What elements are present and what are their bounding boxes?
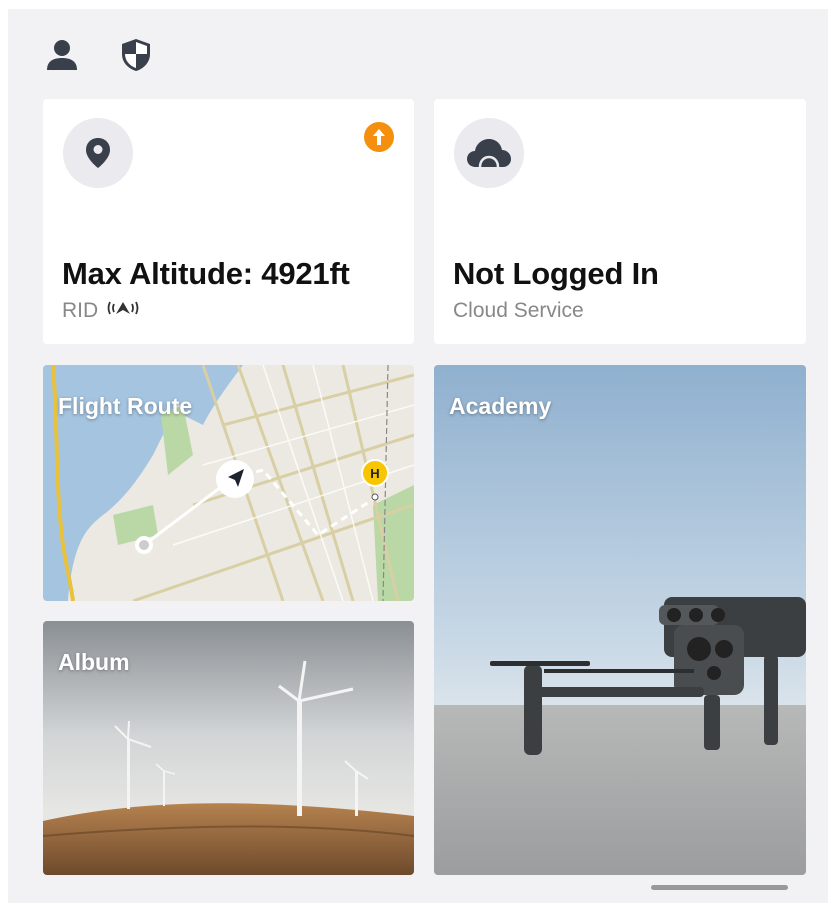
cloud-icon (454, 118, 524, 188)
cloud-service-card[interactable]: Not Logged In Cloud Service (434, 99, 806, 344)
home-screen: Max Altitude: 4921ft RID Not Logged In C… (8, 9, 828, 903)
academy-tile[interactable]: Academy (434, 365, 806, 875)
location-pin-icon (63, 118, 133, 188)
album-label: Album (58, 649, 130, 675)
rid-subtitle: RID (62, 299, 140, 323)
user-icon[interactable] (44, 37, 80, 73)
flight-route-label: Flight Route (58, 393, 193, 419)
rid-broadcast-icon (106, 299, 140, 323)
svg-text:H: H (370, 466, 379, 481)
max-altitude-card[interactable]: Max Altitude: 4921ft RID (43, 99, 414, 344)
cloud-service-subtitle: Cloud Service (453, 299, 584, 322)
login-status-title: Not Logged In (453, 256, 659, 291)
flight-route-tile[interactable]: H Flight Route (43, 365, 414, 601)
update-arrow-icon[interactable] (364, 122, 394, 152)
shield-icon[interactable] (118, 37, 154, 73)
home-indicator[interactable] (651, 885, 788, 890)
top-toolbar (44, 37, 154, 73)
rid-label: RID (62, 299, 99, 322)
max-altitude-title: Max Altitude: 4921ft (62, 256, 350, 291)
academy-label: Academy (449, 393, 552, 419)
academy-drone-image (434, 365, 806, 875)
album-tile[interactable]: Album (43, 621, 414, 875)
